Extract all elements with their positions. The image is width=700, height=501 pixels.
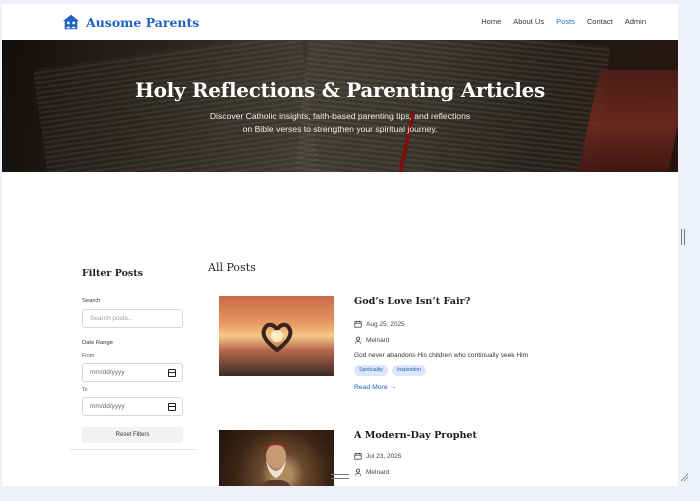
- nav-posts[interactable]: Posts: [556, 17, 575, 26]
- page-frame: Ausome Parents Home About Us Posts Conta…: [2, 4, 678, 486]
- hero-banner: Holy Reflections & Parenting Articles Di…: [2, 40, 678, 172]
- tag-spirituality[interactable]: Spirituality: [354, 365, 388, 376]
- heart-hands-icon: [261, 322, 293, 353]
- to-date-input[interactable]: mm/dd/yyyy: [82, 397, 183, 416]
- date-range-label: Date Range: [82, 340, 113, 346]
- search-input[interactable]: Search posts...: [82, 309, 183, 328]
- main-nav: Home About Us Posts Contact Admin: [481, 17, 646, 26]
- post-title[interactable]: God’s Love Isn’t Fair?: [354, 296, 470, 307]
- nav-contact[interactable]: Contact: [587, 17, 613, 26]
- calendar-icon[interactable]: [168, 403, 176, 411]
- post-excerpt: God never abandons His children who cont…: [354, 352, 529, 359]
- post-author: Melnard: [354, 336, 389, 344]
- post-author: Melnard: [354, 468, 389, 476]
- post-author-text: Melnard: [366, 468, 390, 476]
- post-date: Aug 25, 2025: [354, 320, 405, 328]
- post-tags: Spirituality Inspiration: [354, 365, 426, 376]
- reset-filters-button[interactable]: Reset Filters: [82, 427, 183, 443]
- user-icon: [354, 336, 362, 344]
- brand-name: Ausome Parents: [86, 14, 200, 30]
- nav-about-us[interactable]: About Us: [513, 17, 544, 26]
- calendar-icon: [354, 320, 362, 328]
- tag-inspiration[interactable]: Inspiration: [391, 365, 426, 376]
- from-date-value: mm/dd/yyyy: [90, 369, 125, 376]
- post-card: A Modern-Day Prophet Jul 23, 2025 Melnar…: [219, 430, 549, 486]
- nav-admin[interactable]: Admin: [625, 17, 646, 26]
- nav-home[interactable]: Home: [481, 17, 501, 26]
- hero-overlay: [2, 40, 678, 172]
- hero-title: Holy Reflections & Parenting Articles: [135, 78, 545, 102]
- prophet-portrait-image[interactable]: [219, 430, 334, 486]
- posts-heading: All Posts: [208, 261, 256, 274]
- house-family-icon: [62, 14, 80, 30]
- post-date-text: Aug 25, 2025: [366, 320, 405, 328]
- post-date-text: Jul 23, 2025: [366, 452, 402, 460]
- post-title[interactable]: A Modern-Day Prophet: [354, 430, 477, 441]
- calendar-icon[interactable]: [168, 369, 176, 377]
- calendar-icon: [354, 452, 362, 460]
- prophet-figure-icon: [261, 442, 291, 486]
- post-card: God’s Love Isn’t Fair? Aug 25, 2025 Meln…: [219, 296, 549, 406]
- search-label: Search: [82, 298, 101, 304]
- post-date: Jul 23, 2025: [354, 452, 401, 460]
- heart-hands-sunset-image[interactable]: [219, 296, 334, 376]
- from-date-input[interactable]: mm/dd/yyyy: [82, 363, 183, 382]
- hero-subtitle: Discover Catholic insights, faith-based …: [190, 110, 490, 135]
- filter-panel: Filter Posts Search Search posts... Date…: [70, 260, 196, 450]
- filter-title: Filter Posts: [82, 268, 144, 279]
- drag-handle[interactable]: [331, 474, 349, 479]
- to-label: To: [82, 387, 88, 393]
- brand-logo-link[interactable]: Ausome Parents: [62, 13, 199, 31]
- to-date-value: mm/dd/yyyy: [90, 403, 125, 410]
- post-author-text: Melnard: [366, 336, 390, 344]
- site-header: Ausome Parents Home About Us Posts Conta…: [2, 4, 678, 40]
- read-more-link[interactable]: Read More →: [354, 384, 396, 391]
- from-label: From: [82, 353, 95, 359]
- resize-grip-icon[interactable]: [679, 472, 689, 482]
- hero-subtitle-line-1: Discover Catholic insights, faith-based …: [209, 111, 471, 121]
- user-icon: [354, 468, 362, 476]
- hero-subtitle-line-2: on Bible verses to strengthen your spiri…: [242, 123, 438, 134]
- scrollbar-handle[interactable]: [681, 229, 685, 245]
